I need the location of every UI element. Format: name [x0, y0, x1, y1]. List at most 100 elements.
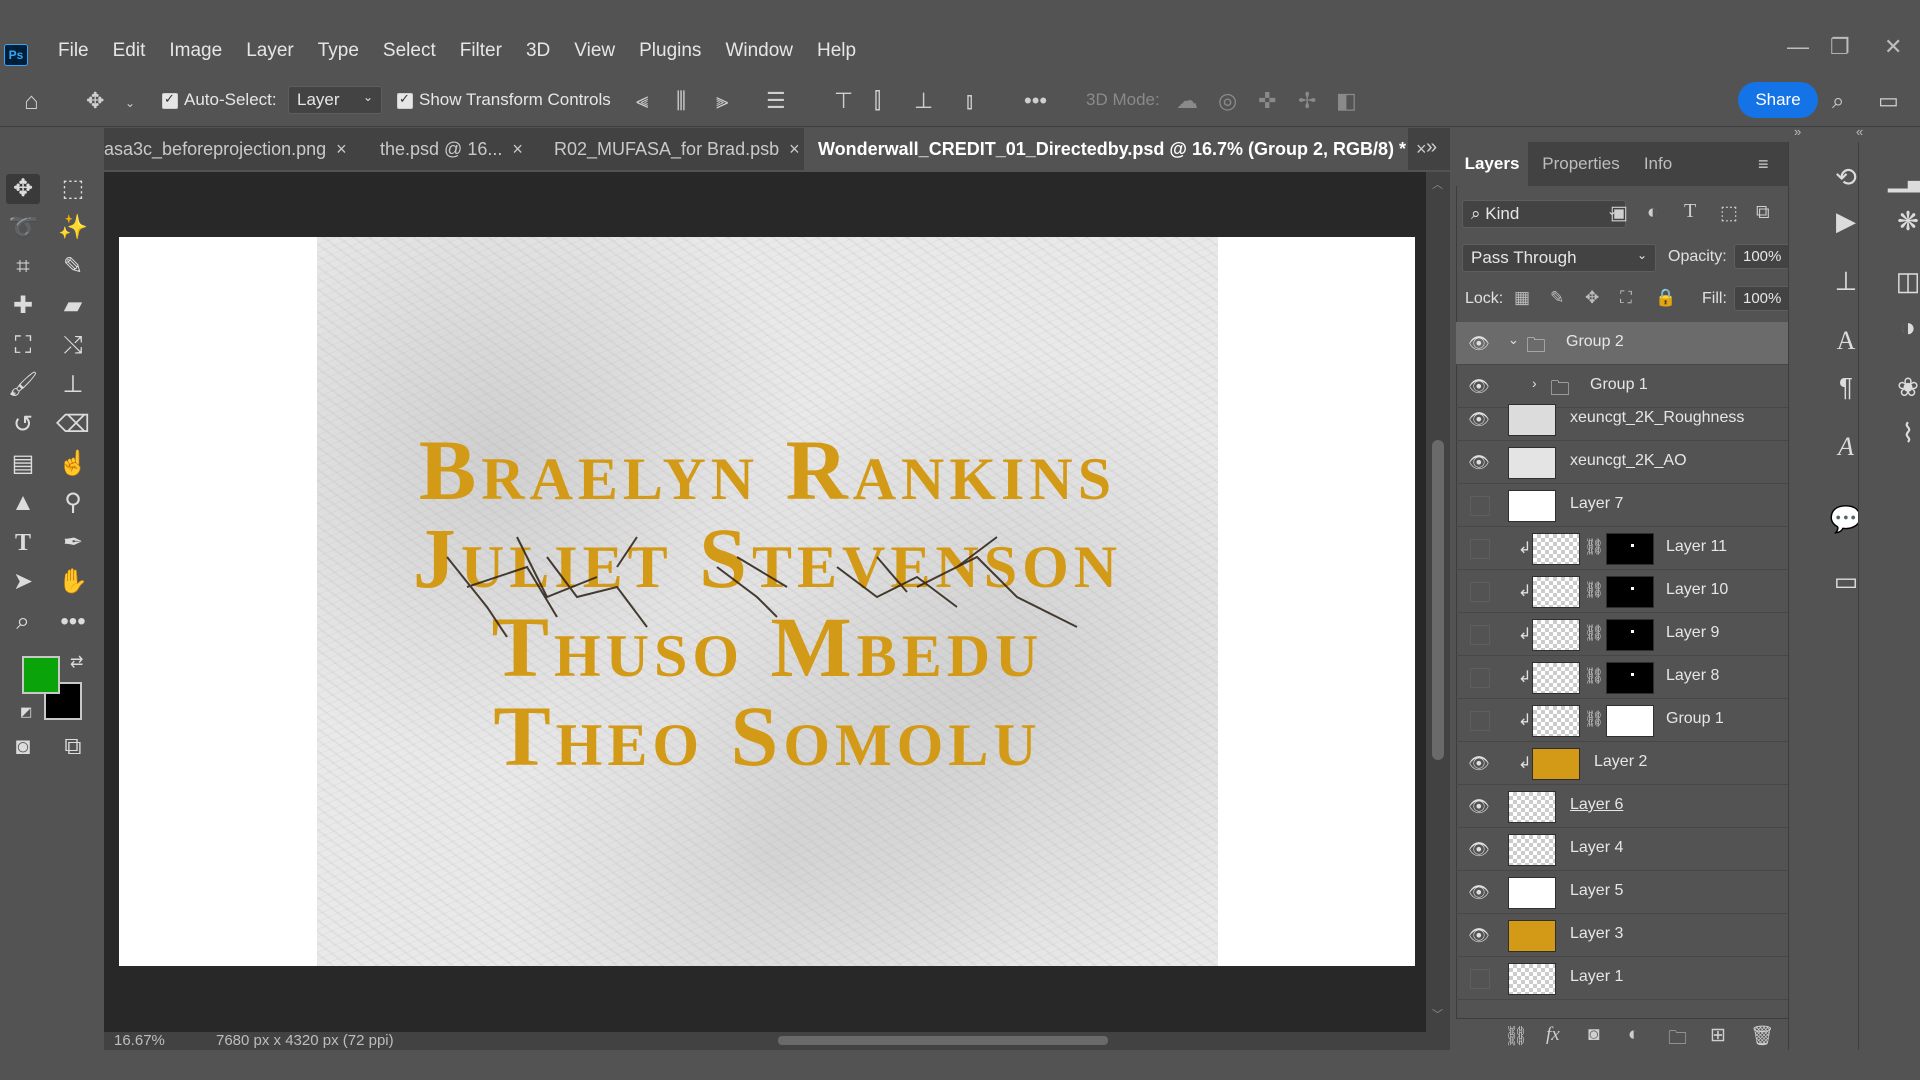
- tab-wonderwall-credit[interactable]: Wonderwall_CREDIT_01_Directedby.psd @ 16…: [804, 128, 1427, 170]
- layer-row-layer-1[interactable]: Layer 1: [1456, 957, 1788, 1000]
- vertical-scroll-thumb[interactable]: [1432, 440, 1444, 760]
- align-left-icon[interactable]: ⫷: [636, 88, 648, 114]
- chevron-down-icon[interactable]: ⌄: [1508, 332, 1519, 348]
- close-window-icon[interactable]: ✕: [1884, 34, 1902, 60]
- new-group-icon[interactable]: 🗀: [1668, 1024, 1687, 1056]
- dodge-tool-icon[interactable]: ⚲: [56, 488, 90, 518]
- roll-3d-icon[interactable]: ◎: [1218, 88, 1237, 114]
- scale-3d-icon[interactable]: ◧: [1336, 88, 1357, 114]
- more-options-icon[interactable]: •••: [1024, 88, 1047, 114]
- type-tool-icon[interactable]: T: [6, 528, 40, 558]
- zoom-level[interactable]: 16.67%: [114, 1032, 165, 1049]
- menu-image[interactable]: Image: [157, 40, 234, 62]
- tab-beforeprojection[interactable]: asa3c_beforeprojection.png ×: [104, 128, 354, 170]
- brush-tool-icon[interactable]: 🖌: [6, 370, 40, 400]
- filter-adjustment-icon[interactable]: ◐: [1647, 202, 1658, 224]
- layer-row-layer-7[interactable]: Layer 7: [1456, 484, 1788, 527]
- marquee-tool-icon[interactable]: ⬚: [56, 174, 90, 204]
- chain-link-icon[interactable]: ⛓: [1584, 623, 1604, 643]
- magic-wand-tool-icon[interactable]: ✨: [56, 213, 90, 243]
- visibility-eye-icon[interactable]: 👁: [1468, 754, 1490, 773]
- layer-row-layer-4[interactable]: 👁 Layer 4: [1456, 828, 1788, 871]
- path-selection-tool-icon[interactable]: ➤: [6, 567, 40, 597]
- adjustments-panel-icon[interactable]: ◑: [1888, 312, 1920, 343]
- auto-select-dropdown[interactable]: Layer ⌄: [288, 86, 382, 114]
- delete-layer-icon[interactable]: 🗑: [1750, 1024, 1774, 1048]
- shuffle-tool-icon[interactable]: ⤭: [56, 331, 90, 361]
- swap-colors-icon[interactable]: ⇄: [70, 652, 83, 672]
- lock-transparent-icon[interactable]: ▦: [1514, 288, 1530, 308]
- visibility-eye-icon[interactable]: 👁: [1468, 410, 1490, 429]
- align-top-icon[interactable]: ⊤: [834, 88, 853, 114]
- healing-brush-tool-icon[interactable]: ✚: [6, 291, 40, 321]
- tab-layers[interactable]: Layers: [1456, 142, 1528, 186]
- frame-tool-icon[interactable]: ⛶: [6, 331, 40, 361]
- visibility-eye-icon[interactable]: 👁: [1468, 797, 1490, 816]
- restore-icon[interactable]: ❐: [1830, 34, 1850, 60]
- visibility-toggle[interactable]: [1470, 582, 1490, 602]
- pen-tool-icon[interactable]: ✒: [56, 528, 90, 558]
- history-brush-tool-icon[interactable]: ↺: [6, 410, 40, 440]
- menu-file[interactable]: File: [46, 40, 101, 62]
- patch-tool-icon[interactable]: ▰: [56, 291, 90, 321]
- close-tab-icon[interactable]: ×: [512, 139, 523, 159]
- visibility-eye-icon[interactable]: 👁: [1468, 840, 1490, 859]
- lock-artboard-icon[interactable]: ⛶: [1620, 288, 1632, 308]
- menu-plugins[interactable]: Plugins: [627, 40, 713, 62]
- crop-tool-icon[interactable]: ⌗: [6, 252, 40, 282]
- filter-pixel-icon[interactable]: ▣: [1610, 202, 1628, 225]
- expand-panel-icon[interactable]: «: [1856, 124, 1863, 139]
- layer-row-layer-11[interactable]: ↲ ⛓ Layer 11: [1456, 527, 1788, 570]
- layer-row-layer-9[interactable]: ↲ ⛓ Layer 9: [1456, 613, 1788, 656]
- more-tabs-icon[interactable]: »: [1426, 136, 1437, 159]
- slide-3d-icon[interactable]: ✢: [1298, 88, 1316, 114]
- layer-row-layer-2[interactable]: 👁 ↲ Layer 2: [1456, 742, 1788, 785]
- menu-3d[interactable]: 3D: [514, 40, 562, 62]
- show-transform-checkbox[interactable]: [397, 91, 413, 110]
- filter-smart-object-icon[interactable]: ⧉: [1756, 202, 1770, 224]
- navigator-panel-icon[interactable]: ❋: [1888, 206, 1920, 237]
- foreground-color-swatch[interactable]: [22, 656, 60, 694]
- menu-filter[interactable]: Filter: [448, 40, 514, 62]
- channels-panel-icon[interactable]: ❀: [1888, 372, 1920, 403]
- gradient-tool-icon[interactable]: ▤: [6, 449, 40, 479]
- screen-mode-icon[interactable]: ⧉: [56, 732, 90, 762]
- filter-shape-icon[interactable]: ⬚: [1720, 202, 1738, 225]
- collapse-panel-icon[interactable]: »: [1794, 124, 1801, 139]
- lock-pixels-icon[interactable]: ✎: [1550, 288, 1564, 308]
- ps-logo[interactable]: Ps: [4, 44, 28, 66]
- align-right-icon[interactable]: ⫸: [716, 88, 728, 114]
- tool-preset-chevron-icon[interactable]: ⌄: [125, 96, 135, 110]
- stamp-tool-icon[interactable]: ⊥: [56, 370, 90, 400]
- close-tab-icon[interactable]: ×: [1416, 139, 1427, 159]
- tab-properties[interactable]: Properties: [1538, 142, 1624, 186]
- adjustment-layer-icon[interactable]: ◐: [1628, 1024, 1639, 1046]
- lock-all-icon[interactable]: 🔒: [1655, 288, 1676, 308]
- sharpen-tool-icon[interactable]: ▲: [6, 488, 40, 518]
- layer-row-layer-6[interactable]: 👁 Layer 6: [1456, 785, 1788, 828]
- layer-row-layer-10[interactable]: ↲ ⛓ Layer 10: [1456, 570, 1788, 613]
- menu-type[interactable]: Type: [306, 40, 371, 62]
- link-layers-icon[interactable]: ⛓: [1504, 1024, 1528, 1048]
- chevron-right-icon[interactable]: ›: [1532, 375, 1537, 391]
- layer-row-ao[interactable]: 👁 xeuncgt_2K_AO: [1456, 441, 1788, 484]
- menu-edit[interactable]: Edit: [101, 40, 158, 62]
- eyedropper-tool-icon[interactable]: ✎: [56, 252, 90, 282]
- auto-select-checkbox[interactable]: [162, 91, 178, 110]
- visibility-toggle[interactable]: [1470, 625, 1490, 645]
- chain-link-icon[interactable]: ⛓: [1584, 537, 1604, 557]
- menu-help[interactable]: Help: [805, 40, 868, 62]
- opacity-field[interactable]: 100%: [1734, 244, 1796, 269]
- visibility-eye-icon[interactable]: 👁: [1468, 334, 1490, 353]
- horizontal-scroll-thumb[interactable]: [778, 1036, 1108, 1045]
- workspace-icon[interactable]: ▭: [1878, 88, 1899, 114]
- visibility-toggle[interactable]: [1470, 496, 1490, 516]
- visibility-eye-icon[interactable]: 👁: [1468, 453, 1490, 472]
- histogram-panel-icon[interactable]: ▁▃▅: [1888, 162, 1920, 193]
- menu-view[interactable]: View: [562, 40, 627, 62]
- scroll-up-icon[interactable]: ︿: [1432, 176, 1443, 192]
- default-colors-icon[interactable]: ◩: [20, 704, 32, 720]
- align-center-icon[interactable]: ⫼: [676, 88, 686, 114]
- tab-info[interactable]: Info: [1636, 142, 1680, 186]
- lasso-tool-icon[interactable]: ➰: [6, 213, 40, 243]
